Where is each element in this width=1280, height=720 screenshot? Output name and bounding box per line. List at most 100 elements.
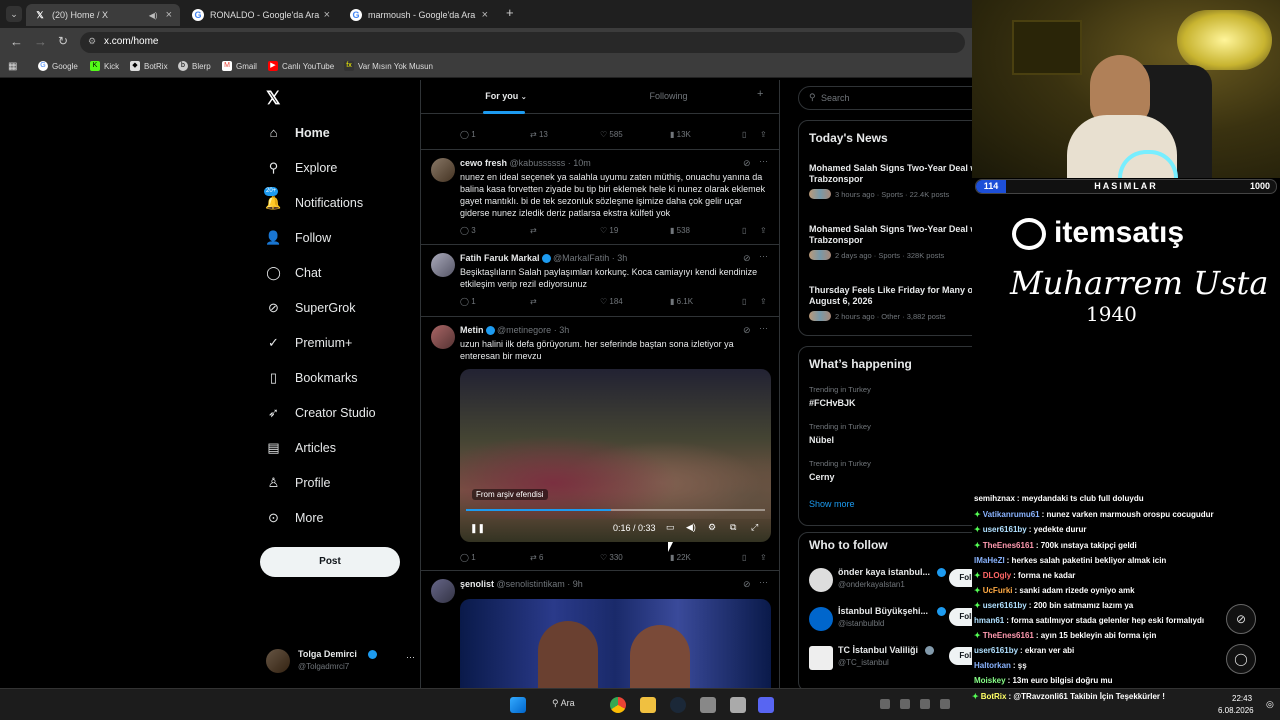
app-icon[interactable]	[700, 697, 716, 713]
reply-icon[interactable]: ◯ 3	[460, 226, 476, 235]
close-tab-icon[interactable]: ×	[324, 9, 330, 21]
apps-icon[interactable]: ▦	[8, 61, 17, 72]
tab-following[interactable]: Following	[591, 80, 746, 114]
grok-icon[interactable]: ⊘	[743, 325, 751, 336]
bookmark-icon[interactable]: ▯	[742, 297, 746, 306]
more-dots-icon[interactable]: ···	[759, 251, 768, 261]
sidebar-item-notifications[interactable]: 🔔 20+ Notifications	[264, 187, 363, 210]
sidebar-item-explore[interactable]: ⚲ Explore	[266, 160, 338, 175]
more-dots-icon[interactable]: ···	[406, 652, 415, 662]
file-explorer-icon[interactable]	[640, 697, 656, 713]
sidebar-item-creator-studio[interactable]: ➶ Creator Studio	[266, 405, 376, 420]
more-dots-icon[interactable]: ···	[759, 323, 768, 333]
settings-icon[interactable]: ⚙	[708, 522, 716, 533]
bookmark-icon[interactable]: ▯	[742, 553, 746, 562]
tray-icon[interactable]	[920, 699, 930, 709]
app-icon[interactable]	[730, 697, 746, 713]
bookmark-icon[interactable]: ▯	[742, 226, 746, 235]
url-input[interactable]: ⚙ x.com/home	[80, 32, 965, 53]
like-icon[interactable]: ♡ 184	[600, 297, 623, 306]
browser-tab-marmoush[interactable]: G marmoush - Google'da Ara ×	[342, 4, 496, 26]
reply-icon[interactable]: ◯ 1	[460, 130, 476, 139]
volume-icon[interactable]: ◀)	[686, 522, 696, 533]
more-dots-icon[interactable]: ···	[759, 577, 768, 587]
captions-icon[interactable]: ▭	[666, 522, 675, 533]
sidebar-item-follow[interactable]: 👤 Follow	[265, 230, 331, 245]
tray-icon[interactable]	[880, 699, 890, 709]
close-tab-icon[interactable]: ×	[482, 9, 488, 21]
tray-icon[interactable]	[900, 699, 910, 709]
trend-item[interactable]: Trending in Turkey Nübel ···	[809, 422, 999, 445]
tweet[interactable]: Fatih Faruk Markal @MarkalFatih · 3h ⊘ ·…	[421, 245, 779, 317]
sidebar-item-home[interactable]: ⌂ Home	[266, 125, 330, 140]
add-tab-icon[interactable]: +	[757, 88, 763, 100]
tweet-image[interactable]	[460, 599, 771, 690]
chat-overlay-icon[interactable]: ◯	[1226, 644, 1256, 674]
sidebar-item-profile[interactable]: ♙ Profile	[266, 475, 331, 490]
pause-icon[interactable]: ❚❚	[470, 523, 485, 534]
grok-icon[interactable]: ⊘	[743, 253, 751, 264]
browser-tab-x-home[interactable]: 𝕏 (20) Home / X ◀) ×	[26, 4, 180, 26]
repost-icon[interactable]: ⇄ 13	[530, 130, 548, 139]
bookmark-icon[interactable]: ▯	[742, 130, 746, 139]
site-info-icon[interactable]: ⚙	[88, 36, 96, 47]
browser-tab-ronaldo[interactable]: G RONALDO - Google'da Ara ×	[184, 4, 338, 26]
fullscreen-icon[interactable]: ⤢	[751, 522, 758, 533]
bookmark-gmail[interactable]: M Gmail	[222, 61, 257, 71]
tray-icon[interactable]	[940, 699, 950, 709]
bookmark-kick[interactable]: K Kick	[90, 61, 119, 71]
grok-icon[interactable]: ⊘	[743, 579, 751, 590]
account-switcher[interactable]: Tolga Demirci @Tolgadmrci7 ···	[266, 648, 416, 676]
bookmark-google[interactable]: G Google	[38, 61, 78, 71]
share-icon[interactable]: ⇪	[760, 226, 767, 235]
close-tab-icon[interactable]: ×	[166, 9, 172, 21]
video-player[interactable]: From arşiv efendisi ❚❚ 0:16 / 0:33 ▭ ◀) …	[460, 369, 771, 542]
sidebar-item-chat[interactable]: ◯ Chat	[266, 265, 321, 280]
grok-icon[interactable]: ⊘	[743, 158, 751, 169]
repost-icon[interactable]: ⇄ 6	[530, 553, 543, 562]
tweet[interactable]: cewo fresh @kabussssss · 10m ⊘ ··· nunez…	[421, 150, 779, 245]
views-icon[interactable]: ▮ 538	[670, 226, 690, 235]
back-icon[interactable]: ←	[10, 34, 23, 49]
reply-icon[interactable]: ◯ 1	[460, 553, 476, 562]
more-dots-icon[interactable]: ···	[759, 156, 768, 166]
new-tab-icon[interactable]: +	[506, 5, 514, 20]
speaker-icon[interactable]: ◀)	[149, 11, 158, 20]
sidebar-item-more[interactable]: ⊙ More	[266, 510, 323, 525]
sidebar-item-bookmarks[interactable]: ▯ Bookmarks	[266, 370, 358, 385]
chrome-icon[interactable]	[610, 697, 626, 713]
pip-icon[interactable]: ⧉	[730, 522, 736, 533]
tab-search-icon[interactable]: ⌄	[6, 6, 22, 22]
like-icon[interactable]: ♡ 19	[600, 226, 618, 235]
repost-icon[interactable]: ⇄	[530, 297, 537, 306]
share-icon[interactable]: ⇪	[760, 130, 767, 139]
steam-icon[interactable]	[670, 697, 686, 713]
bookmark-botrix[interactable]: ◆ BotRix	[130, 61, 168, 71]
sidebar-item-premium[interactable]: ✓ Premium+	[266, 335, 352, 350]
discord-icon[interactable]	[758, 697, 774, 713]
reload-icon[interactable]: ↻	[58, 34, 68, 48]
views-icon[interactable]: ▮ 6.1K	[670, 297, 693, 306]
refresh-overlay-icon[interactable]: ⊘	[1226, 604, 1256, 634]
like-icon[interactable]: ♡ 330	[600, 553, 623, 562]
sidebar-item-articles[interactable]: ▤ Articles	[266, 440, 336, 455]
trend-item[interactable]: Trending in Turkey Cerny ···	[809, 459, 999, 482]
forward-icon[interactable]: →	[34, 34, 47, 49]
show-more-link[interactable]: Show more	[809, 499, 855, 509]
sidebar-item-supergrok[interactable]: ⊘ SuperGrok	[266, 300, 355, 315]
tweet[interactable]: şenolist @senolistintikam · 9h ⊘ ···	[421, 571, 779, 690]
views-icon[interactable]: ▮ 13K	[670, 130, 691, 139]
bookmark-youtube[interactable]: ▶ Canlı YouTube	[268, 61, 334, 71]
search-input[interactable]: ⚲ Search	[798, 86, 998, 110]
repost-icon[interactable]: ⇄	[530, 226, 537, 235]
taskbar-search[interactable]: ⚲ Ara	[552, 698, 575, 709]
like-icon[interactable]: ♡ 585	[600, 130, 623, 139]
bookmark-blerp[interactable]: b Blerp	[178, 61, 211, 71]
views-icon[interactable]: ▮ 22K	[670, 553, 691, 562]
share-icon[interactable]: ⇪	[760, 553, 767, 562]
x-logo-icon[interactable]: 𝕏	[266, 88, 281, 109]
tweet[interactable]: Metin @metinegore · 3h ⊘ ··· uzun halini…	[421, 317, 779, 571]
trend-item[interactable]: Trending in Turkey #FCHvBJK ···	[809, 385, 999, 408]
bookmark-var-misin[interactable]: fx Var Mısın Yok Musun	[344, 61, 433, 71]
windows-start-icon[interactable]	[510, 697, 526, 713]
